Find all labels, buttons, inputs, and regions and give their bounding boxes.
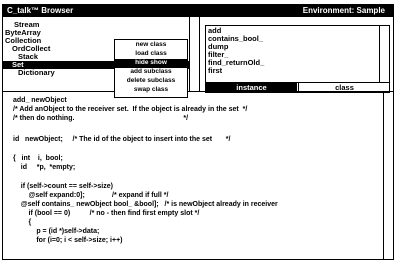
code-line: p = (id *)self->data; [13, 228, 100, 235]
code-line: { int i, bool; [13, 155, 63, 162]
code-line: { [13, 219, 32, 226]
window-title: C_talk™ Browser [7, 6, 74, 15]
menu-item-load-class[interactable]: load class [115, 50, 187, 59]
method-pane: add contains_bool_ dump filter_ find_ret… [205, 25, 390, 93]
code-line: /* then do nothing. */ [13, 115, 189, 122]
code-editor[interactable]: add_ newObject /* Add anObject to the re… [3, 92, 393, 259]
browser-window: C_talk™ Browser Environment: Sample Stre… [2, 4, 394, 260]
code-line: add_ newObject [13, 97, 67, 104]
class-list-scrollbar[interactable] [189, 17, 199, 91]
browser-top-pane: Stream ByteArray Collection OrdCollect S… [3, 17, 393, 98]
code-line: for (i=0; i < self->size; i++) [13, 237, 123, 244]
class-context-menu: new class load class hide show add subcl… [114, 39, 188, 98]
method-item-find-returnold[interactable]: find_returnOld_ [208, 59, 378, 67]
menu-item-hide-show[interactable]: hide show [115, 59, 187, 68]
menu-item-add-subclass[interactable]: add subclass [115, 68, 187, 77]
code-line: id *p, *empty; [13, 164, 76, 171]
code-line: /* Add anObject to the receiver set. If … [13, 106, 248, 113]
code-line: if (self->count == self->size) [13, 183, 113, 190]
method-list[interactable]: add contains_bool_ dump filter_ find_ret… [206, 26, 389, 82]
code-line: id newObject; /* The id of the object to… [13, 136, 231, 143]
class-list[interactable]: Stream ByteArray Collection OrdCollect S… [3, 17, 200, 98]
menu-item-new-class[interactable]: new class [115, 41, 187, 50]
environment-label: Environment: Sample [302, 6, 385, 15]
method-item-contains[interactable]: contains_bool_ [208, 35, 378, 43]
code-scrollbar[interactable] [383, 92, 393, 259]
method-item-first[interactable]: first [208, 67, 378, 75]
method-item-dump[interactable]: dump [208, 43, 378, 51]
code-line: @self expand:0]; /* expand if full */ [13, 192, 169, 199]
code-line: @self contains_ newObject bool_ &bool]; … [13, 201, 278, 208]
method-list-scrollbar[interactable] [379, 26, 389, 82]
menu-item-delete-subclass[interactable]: delete subclass [115, 77, 187, 86]
code-line: if (bool == 0) /* no - then find first e… [13, 210, 200, 217]
title-bar[interactable]: C_talk™ Browser Environment: Sample [3, 5, 393, 17]
